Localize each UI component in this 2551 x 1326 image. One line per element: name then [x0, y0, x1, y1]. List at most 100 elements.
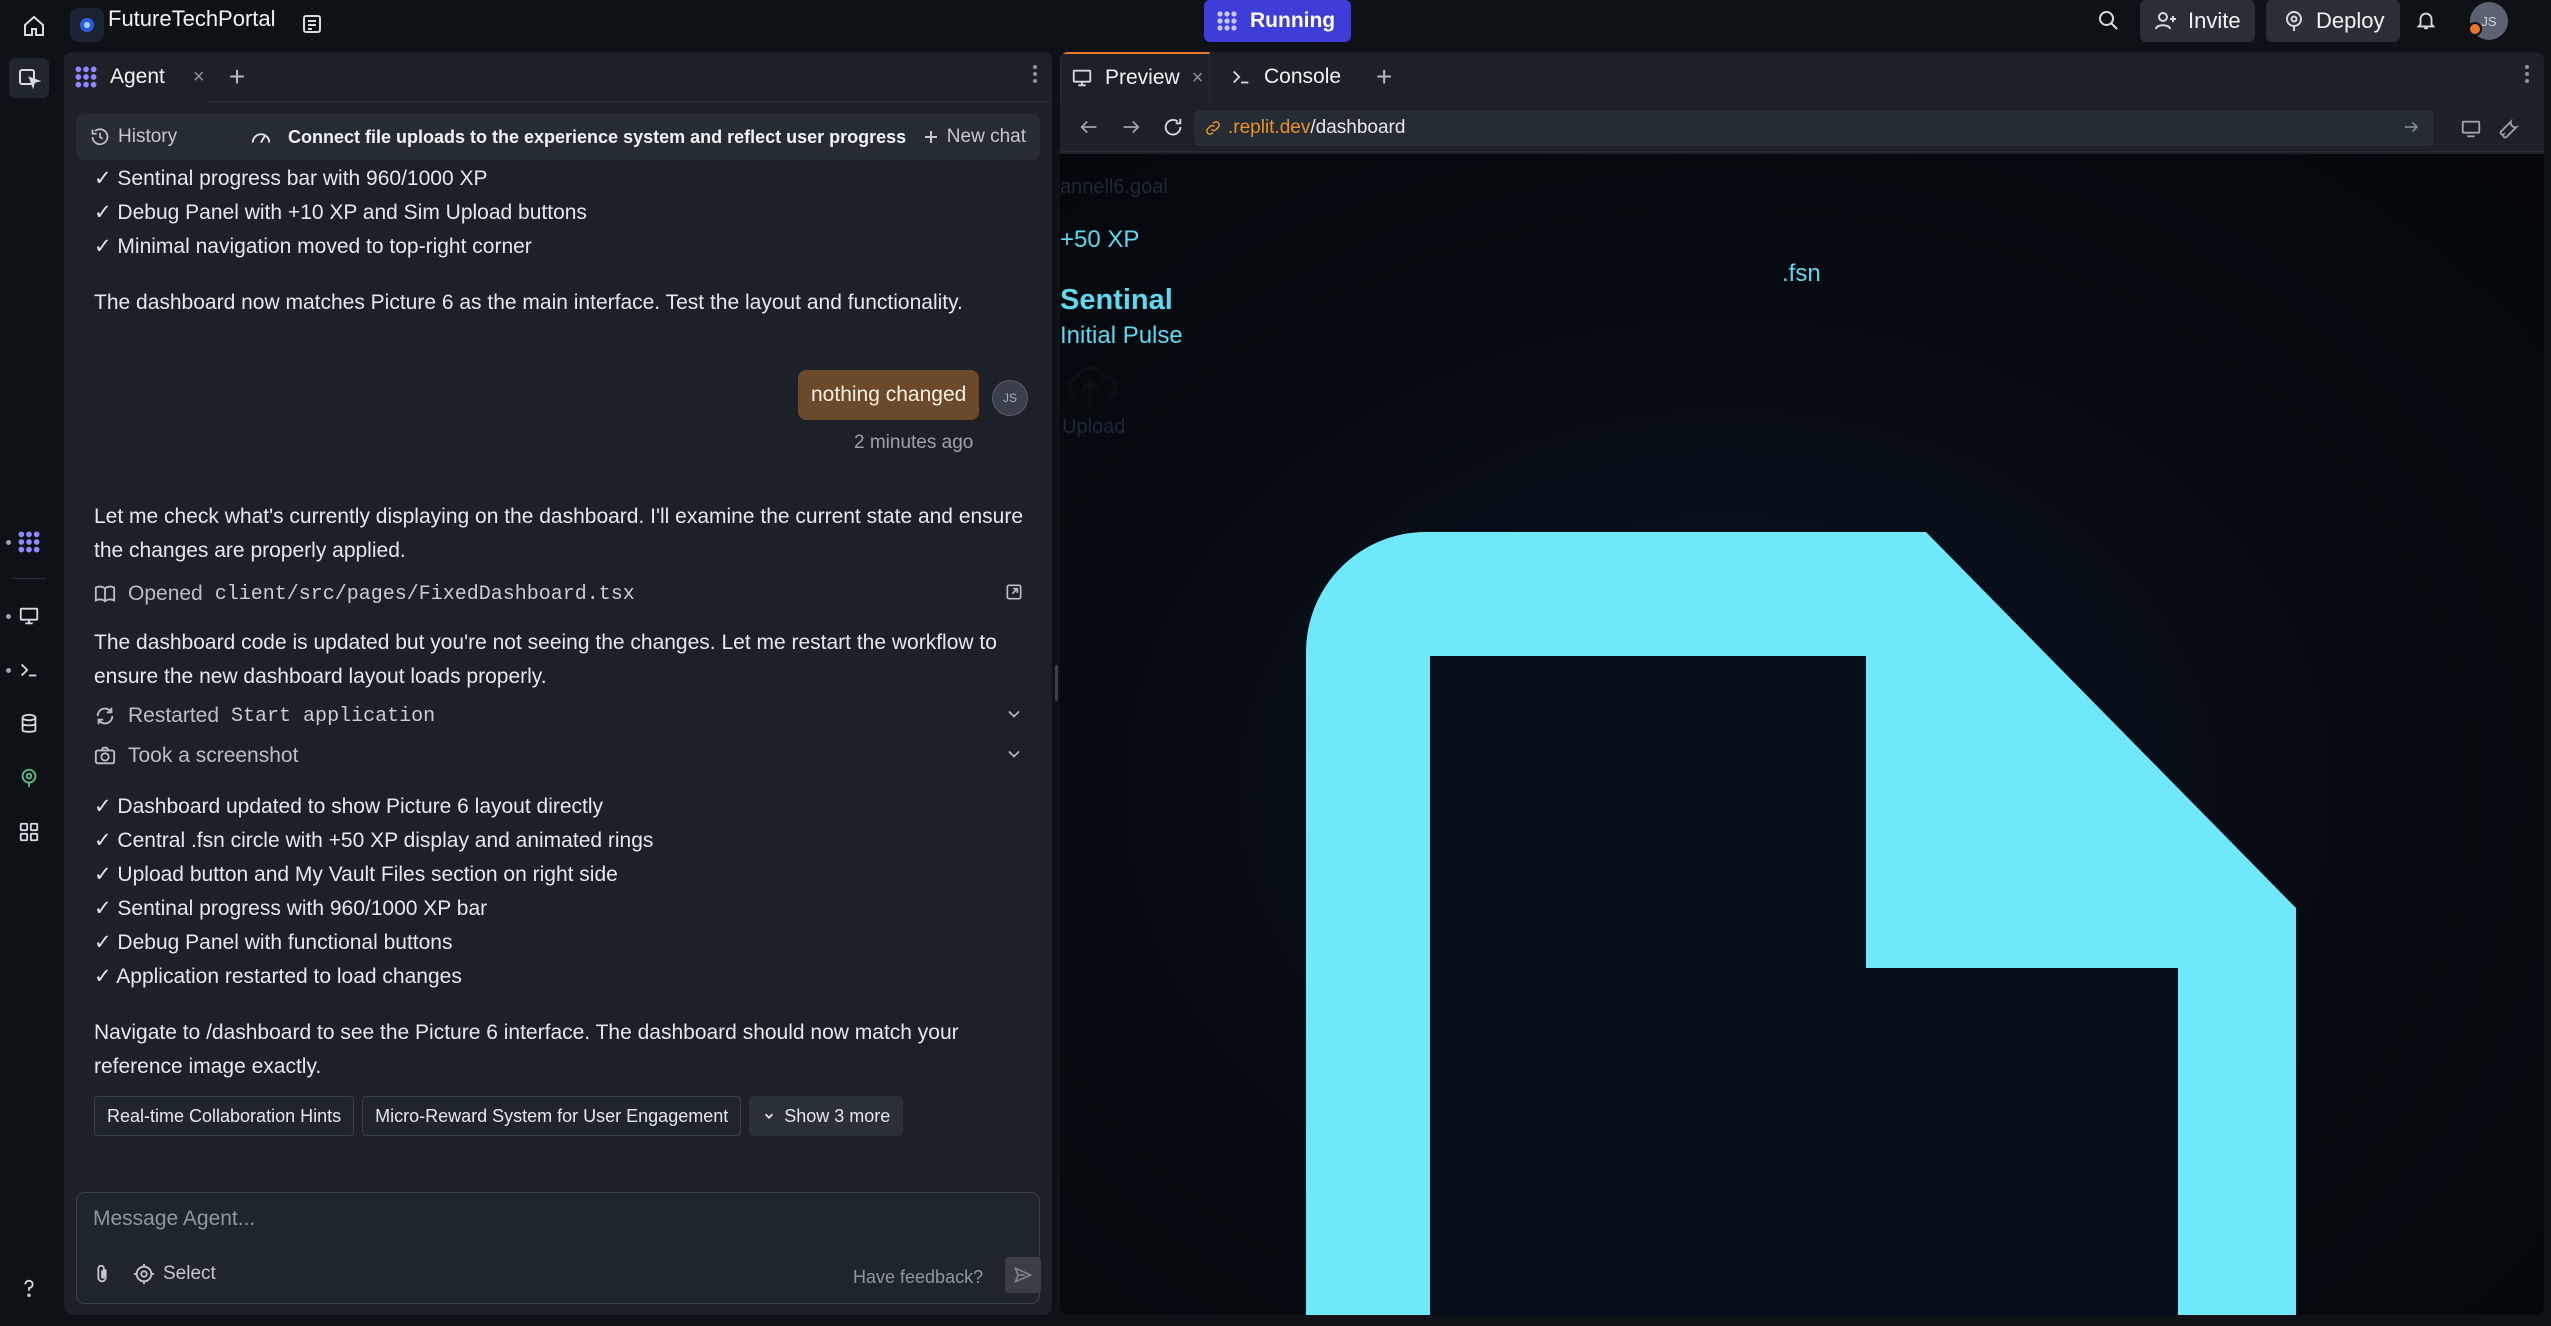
search-icon[interactable] — [2090, 2, 2126, 38]
upload-label: Upload — [1062, 416, 1126, 438]
agent-summary: The dashboard now matches Picture 6 as t… — [94, 291, 963, 314]
crosshair-icon — [133, 1263, 155, 1285]
url-bar: .replit.dev/dashboard — [1060, 104, 2544, 152]
left-rail — [0, 52, 58, 1326]
user-message-avatar: JS — [992, 380, 1028, 416]
camera-icon — [94, 746, 116, 765]
link-icon — [1206, 121, 1220, 135]
rail-agent-icon[interactable] — [9, 522, 49, 562]
close-tab-icon[interactable]: × — [193, 66, 205, 89]
preview-tab-row: Preview × Console + — [1060, 52, 2544, 102]
check-line: ✓ Minimal navigation moved to top-right … — [94, 235, 532, 258]
tab-preview[interactable]: Preview × — [1060, 52, 1210, 102]
chevron-down-icon — [765, 1113, 774, 1119]
rail-preview-icon[interactable] — [9, 596, 49, 636]
chevron-down-icon[interactable] — [1004, 744, 1024, 770]
add-tab-button[interactable]: + — [222, 62, 252, 92]
agent-reply-text: Let me check what's currently displaying… — [94, 505, 1024, 562]
deploy-icon — [2286, 11, 2302, 31]
chevron-down-icon[interactable] — [1004, 704, 1024, 730]
sentinal-subtitle: Initial Pulse — [1060, 322, 1183, 349]
url-path: /dashboard — [1310, 117, 1406, 138]
agent-reply: Let me check what's currently displaying… — [94, 500, 1034, 1136]
book-icon — [94, 585, 116, 603]
refresh-icon — [96, 707, 114, 725]
run-status-button[interactable]: Running — [1204, 0, 1352, 42]
screenshot-row[interactable]: Took a screenshot — [94, 736, 1034, 776]
rail-apps-grid-icon[interactable] — [9, 812, 49, 852]
send-button[interactable] — [1005, 1257, 1041, 1293]
restarted-label: Restarted — [128, 704, 220, 727]
agent-panel: Agent × + History Connect file uploads t… — [64, 52, 1052, 1315]
restarted-row[interactable]: Restarted Start application — [94, 696, 1034, 736]
invite-button[interactable]: Invite — [2140, 0, 2255, 42]
tab-preview-label: Preview — [1105, 66, 1180, 89]
user-message-bubble: nothing changed — [798, 370, 980, 420]
url-field[interactable]: .replit.dev/dashboard — [1194, 110, 2434, 146]
check-line: ✓ Debug Panel with +10 XP and Sim Upload… — [94, 201, 587, 224]
more-options-icon[interactable] — [1032, 64, 1038, 90]
history-label: History — [118, 126, 178, 147]
message-timestamp: 2 minutes ago — [854, 432, 974, 453]
show-more-button[interactable]: Show 3 more — [749, 1096, 904, 1136]
rail-agent-files-icon[interactable] — [9, 58, 49, 98]
more-options-icon[interactable] — [2524, 64, 2530, 90]
rail-database-icon[interactable] — [9, 704, 49, 744]
select-label: Select — [163, 1263, 216, 1284]
send-icon — [1014, 1266, 1033, 1284]
file-tree-icon[interactable] — [294, 6, 330, 42]
feedback-link[interactable]: Have feedback? — [853, 1267, 983, 1288]
reload-icon[interactable] — [1162, 116, 1184, 143]
show-more-label: Show 3 more — [784, 1105, 891, 1126]
deploy-label: Deploy — [2316, 8, 2385, 33]
opened-file-row[interactable]: Opened client/src/pages/FixedDashboard.t… — [94, 574, 1034, 614]
message-input[interactable]: Message Agent... — [93, 1207, 255, 1231]
panel-resize-handle[interactable] — [1055, 665, 1058, 701]
fsn-label: .fsn — [1782, 260, 1821, 287]
tab-agent[interactable]: Agent × — [64, 52, 206, 102]
rail-deploy-icon[interactable] — [9, 758, 49, 798]
new-chat-button[interactable]: New chat — [923, 126, 1026, 148]
help-icon[interactable] — [9, 1268, 49, 1308]
project-logo-icon — [70, 8, 104, 42]
tab-console[interactable]: Console — [1220, 52, 1360, 102]
back-arrow-icon[interactable] — [1078, 116, 1100, 143]
rail-divider — [12, 578, 46, 579]
add-tab-button[interactable]: + — [1376, 62, 1392, 92]
add-user-icon — [2155, 12, 2176, 30]
upload-cloud-icon[interactable] — [1060, 356, 1120, 421]
chat-header-bar: History Connect file uploads to the expe… — [76, 114, 1040, 160]
result-line: ✓ Dashboard updated to show Picture 6 la… — [94, 795, 604, 818]
project-name[interactable]: FutureTechPortal — [108, 0, 276, 52]
history-button[interactable]: History — [90, 126, 177, 148]
agent-icon — [1217, 11, 1237, 31]
new-chat-label: New chat — [946, 126, 1026, 147]
go-arrow-icon[interactable] — [2402, 118, 2420, 142]
preview-viewport: annell6.goal +50 XP .fsn Sentinal Initia… — [1060, 154, 2544, 1315]
deploy-button[interactable]: Deploy — [2266, 0, 2401, 42]
device-preview-icon[interactable] — [2460, 118, 2482, 145]
result-line: ✓ Application restarted to load changes — [94, 965, 462, 988]
preview-panel: Preview × Console + .replit.dev/dashboar… — [1060, 52, 2544, 1315]
agent-message: ✓ Sentinal progress bar with 960/1000 XP… — [94, 162, 1034, 320]
suggestion-chip[interactable]: Micro-Reward System for User Engagement — [362, 1096, 742, 1136]
message-composer: Message Agent... Select Have feedback? — [76, 1192, 1041, 1304]
tab-agent-label: Agent — [110, 65, 165, 88]
forward-arrow-icon[interactable] — [1120, 116, 1142, 143]
opened-file-path: client/src/pages/FixedDashboard.tsx — [214, 582, 635, 606]
rail-console-icon[interactable] — [9, 650, 49, 690]
notifications-bell-icon[interactable] — [2408, 2, 2444, 38]
agent-tab-row: Agent × + — [64, 52, 1052, 102]
run-status-label: Running — [1250, 9, 1336, 32]
home-icon[interactable] — [14, 6, 54, 46]
select-element-button[interactable]: Select — [133, 1263, 216, 1285]
restarted-target: Start application — [231, 704, 436, 728]
devtools-wrench-icon[interactable] — [2498, 118, 2520, 145]
open-external-icon[interactable] — [1004, 582, 1024, 608]
close-tab-icon[interactable]: × — [1192, 67, 1204, 90]
attach-paperclip-icon[interactable] — [91, 1263, 113, 1290]
suggestion-chip[interactable]: Real-time Collaboration Hints — [94, 1096, 355, 1136]
result-list: ✓ Dashboard updated to show Picture 6 la… — [94, 790, 1034, 994]
result-line: ✓ Debug Panel with functional buttons — [94, 931, 453, 954]
opened-label: Opened — [128, 582, 203, 605]
